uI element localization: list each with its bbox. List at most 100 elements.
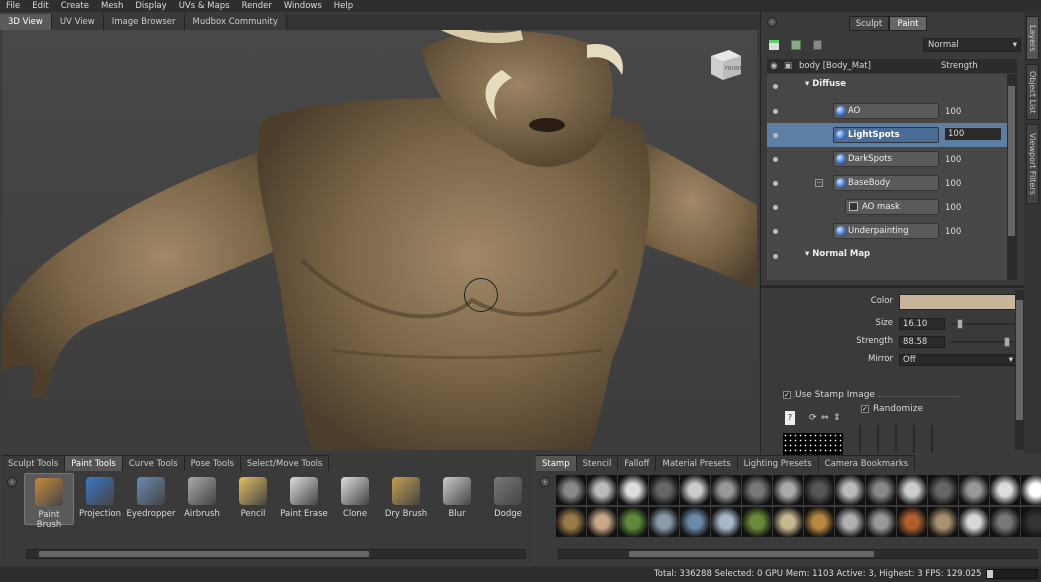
layer-row[interactable]: − BaseBody 100: [767, 171, 1017, 195]
panel-divider[interactable]: [761, 285, 1025, 288]
tab-object-list[interactable]: Object List: [1026, 64, 1039, 120]
new-layer-icon[interactable]: [769, 40, 779, 50]
stamp-thumbnail[interactable]: [773, 507, 803, 537]
flip-horizontal-icon[interactable]: ⇔: [821, 413, 829, 423]
sculpt-toggle-button[interactable]: Sculpt: [849, 16, 889, 31]
stamp-thumbnail[interactable]: [711, 507, 741, 537]
tab-viewport-filters[interactable]: Viewport Filters: [1026, 124, 1039, 204]
stamp-thumbnail[interactable]: [742, 507, 772, 537]
blend-mode-dropdown[interactable]: Normal ▾: [923, 38, 1021, 52]
randomize-slider-3[interactable]: [895, 425, 897, 453]
color-swatch[interactable]: [899, 294, 1017, 310]
layer-row[interactable]: DarkSpots 100: [767, 147, 1017, 171]
tab-material-presets[interactable]: Material Presets: [656, 455, 738, 471]
menu-render[interactable]: Render: [236, 0, 278, 12]
randomize-slider-2[interactable]: [877, 425, 879, 453]
tool-button[interactable]: Blur: [432, 473, 482, 525]
stamp-thumbnail[interactable]: [587, 475, 617, 505]
rotate-icon[interactable]: ⟳: [809, 413, 817, 423]
stamp-thumbnail[interactable]: [618, 507, 648, 537]
layer-name[interactable]: AO mask: [845, 199, 939, 215]
layer-visibility-icon[interactable]: [773, 157, 778, 162]
group-diffuse[interactable]: ▾ Diffuse: [805, 76, 846, 92]
stamp-thumbnail[interactable]: [649, 475, 679, 505]
stamp-thumbnail[interactable]: [773, 475, 803, 505]
tool-button[interactable]: Paint Brush: [24, 473, 74, 530]
viewcube[interactable]: FRONT: [707, 46, 743, 82]
stamp-thumbnail[interactable]: [1021, 475, 1041, 505]
group-visibility-icon[interactable]: [773, 84, 778, 89]
layer-name[interactable]: DarkSpots: [833, 151, 939, 167]
stamp-thumbnail[interactable]: [804, 507, 834, 537]
scroll-thumb[interactable]: [1016, 300, 1023, 420]
use-stamp-checkbox[interactable]: ✓: [783, 391, 791, 399]
mirror-dropdown[interactable]: Off ▾: [899, 354, 1017, 366]
stamp-thumbnail[interactable]: [742, 475, 772, 505]
menu-display[interactable]: Display: [129, 0, 172, 12]
tab-paint-tools[interactable]: Paint Tools: [65, 455, 123, 471]
group-visibility-icon[interactable]: [773, 254, 778, 259]
layer-strength[interactable]: 100: [945, 227, 961, 237]
menu-help[interactable]: Help: [328, 0, 359, 12]
tool-button[interactable]: Clone: [330, 473, 380, 525]
tab-image-browser[interactable]: Image Browser: [103, 14, 185, 30]
panel-collapse-icon[interactable]: ›: [767, 17, 777, 27]
stamp-thumbnail[interactable]: [804, 475, 834, 505]
flip-vertical-icon[interactable]: ⇕: [833, 413, 841, 423]
menu-windows[interactable]: Windows: [278, 0, 328, 12]
stamp-thumbnail[interactable]: [618, 475, 648, 505]
stamp-thumbnail[interactable]: [928, 507, 958, 537]
layer-strength-field[interactable]: 100: [945, 128, 1001, 140]
stamp-thumbnail[interactable]: [959, 475, 989, 505]
stamp-thumbnail[interactable]: [866, 507, 896, 537]
menu-uvs-maps[interactable]: UVs & Maps: [173, 0, 236, 12]
layer-name[interactable]: LightSpots: [833, 127, 939, 143]
stamp-thumbnail[interactable]: [990, 507, 1020, 537]
tool-button[interactable]: Airbrush: [177, 473, 227, 525]
stamp-thumbnail[interactable]: [866, 475, 896, 505]
layer-visibility-icon[interactable]: [773, 205, 778, 210]
stamp-thumbnail[interactable]: [990, 475, 1020, 505]
layer-visibility-icon[interactable]: [773, 181, 778, 186]
size-slider[interactable]: [951, 319, 1017, 329]
layer-row[interactable]: Underpainting 100: [767, 219, 1017, 243]
layer-name[interactable]: AO: [833, 103, 939, 119]
stamp-thumbnail[interactable]: [680, 507, 710, 537]
layer-visibility-icon[interactable]: [773, 109, 778, 114]
randomize-slider-5[interactable]: [931, 425, 933, 453]
stamp-thumbnail[interactable]: [711, 475, 741, 505]
layer-name[interactable]: Underpainting: [833, 223, 939, 239]
tool-button[interactable]: Pencil: [228, 473, 278, 525]
stamp-thumbnail[interactable]: [1021, 507, 1041, 537]
duplicate-layer-icon[interactable]: [791, 40, 801, 50]
stamp-thumbnail[interactable]: [680, 475, 710, 505]
size-slider-knob[interactable]: [957, 319, 963, 329]
tab-stamp[interactable]: Stamp: [536, 455, 577, 471]
layer-list-scrollbar[interactable]: [1007, 74, 1017, 280]
layer-visibility-icon[interactable]: [773, 133, 778, 138]
tool-button[interactable]: Eyedropper: [126, 473, 176, 525]
strength-slider[interactable]: [951, 337, 1017, 347]
paint-toggle-button[interactable]: Paint: [889, 16, 927, 31]
tab-layers[interactable]: Layers: [1026, 16, 1039, 60]
stamp-thumbnail[interactable]: [556, 475, 586, 505]
layer-strength[interactable]: 100: [945, 155, 961, 165]
scroll-thumb[interactable]: [629, 551, 874, 557]
layer-row[interactable]: AO mask 100: [767, 195, 1017, 219]
tab-stencil[interactable]: Stencil: [576, 455, 619, 471]
tab-mudbox-community[interactable]: Mudbox Community: [184, 14, 287, 30]
tab-camera-bookmarks[interactable]: Camera Bookmarks: [818, 455, 916, 471]
group-normal-map[interactable]: ▾ Normal Map: [805, 246, 870, 262]
menu-create[interactable]: Create: [55, 0, 95, 12]
lock-icon[interactable]: ▣: [781, 61, 795, 71]
tool-button[interactable]: Paint Erase: [279, 473, 329, 525]
stamp-thumbnail[interactable]: [897, 507, 927, 537]
randomize-slider-1[interactable]: [859, 425, 861, 453]
strength-input[interactable]: 88.58: [899, 336, 945, 348]
tab-select-move-tools[interactable]: Select/Move Tools: [240, 455, 330, 471]
tab-sculpt-tools[interactable]: Sculpt Tools: [2, 455, 66, 471]
scroll-thumb[interactable]: [1008, 86, 1015, 236]
layer-visibility-icon[interactable]: [773, 229, 778, 234]
visibility-eye-icon[interactable]: ◉: [767, 61, 781, 71]
tab-pose-tools[interactable]: Pose Tools: [184, 455, 241, 471]
